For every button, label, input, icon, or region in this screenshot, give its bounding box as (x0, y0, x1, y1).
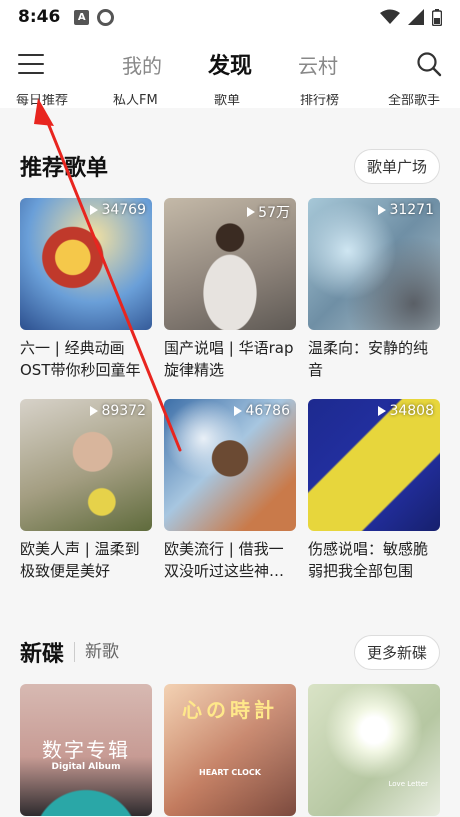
play-icon (234, 406, 243, 416)
play-icon (90, 406, 99, 416)
playlist-title: 温柔向：安静的纯音 (308, 339, 429, 379)
playlist-card[interactable]: 34808 伤感说唱：敏感脆弱把我全部包围 (308, 399, 440, 582)
album-cover-subtext: Love Letter (388, 780, 429, 788)
album-card[interactable]: 数字专辑 Digital Album (20, 684, 152, 816)
nav-tabs: 我的 发现 云村 (0, 34, 460, 94)
playlist-cover: 34808 (308, 399, 440, 531)
quick-fm[interactable]: 私人FM (113, 94, 158, 108)
album-cover-subtext: HEART CLOCK (199, 768, 261, 777)
tab-village[interactable]: 云村 (298, 50, 338, 79)
play-icon (247, 207, 256, 217)
playlist-card[interactable]: 89372 欧美人声 | 温柔到极致便是美好 (20, 399, 152, 582)
play-count: 31271 (389, 202, 434, 218)
signal-icon (408, 9, 424, 25)
status-time: 8:46 (18, 7, 61, 27)
menu-icon[interactable] (18, 54, 44, 74)
wifi-icon (380, 9, 400, 24)
netease-notification-icon (97, 8, 115, 26)
play-count: 34769 (101, 202, 146, 218)
album-cover-subtext: Digital Album (51, 762, 121, 772)
playlist-title: 六一 | 经典动画OST带你秒回童年 (20, 339, 141, 379)
album-cover: 心の時計 HEART CLOCK (164, 684, 296, 816)
recommend-header: 推荐歌单 歌单广场 (0, 144, 460, 188)
play-count: 34808 (389, 403, 434, 419)
new-song-tab[interactable]: 新歌 (74, 642, 119, 662)
recommend-title: 推荐歌单 (20, 156, 109, 181)
playlist-cover: 57万 (164, 198, 296, 330)
album-card[interactable]: Love Letter (308, 684, 440, 816)
playlist-card[interactable]: 31271 温柔向：安静的纯音 (308, 198, 440, 381)
playlist-square-button[interactable]: 歌单广场 (353, 148, 440, 184)
album-card[interactable]: 心の時計 HEART CLOCK (164, 684, 296, 816)
album-cover-text: 心の時計 (182, 698, 278, 722)
new-disc-title[interactable]: 新碟 (20, 636, 64, 668)
play-icon (378, 406, 387, 416)
play-icon (90, 205, 99, 215)
quick-artists[interactable]: 全部歌手 (388, 94, 440, 108)
playlist-cover: 89372 (20, 399, 152, 531)
status-bar: 8:46 A (0, 0, 460, 34)
playlist-title: 欧美人声 | 温柔到极致便是美好 (20, 540, 140, 580)
playlist-title: 国产说唱 | 华语rap旋律精选 (164, 339, 294, 379)
album-cover: Love Letter (308, 684, 440, 816)
playlist-title: 欧美流行 | 借我一双没听过这些神… (164, 540, 285, 580)
tab-discover[interactable]: 发现 (208, 48, 252, 80)
battery-icon (432, 8, 442, 26)
playlist-card[interactable]: 57万 国产说唱 | 华语rap旋律精选 (164, 198, 296, 381)
play-count: 57万 (258, 205, 290, 221)
playlist-cover: 46786 (164, 399, 296, 531)
album-cover: 数字专辑 Digital Album (20, 684, 152, 816)
new-disc-header: 新碟 新歌 更多新碟 (0, 630, 460, 674)
play-icon (378, 205, 387, 215)
search-icon[interactable] (416, 51, 442, 77)
play-count: 89372 (101, 403, 146, 419)
playlist-card[interactable]: 34769 六一 | 经典动画OST带你秒回童年 (20, 198, 152, 381)
playlist-card[interactable]: 46786 欧美流行 | 借我一双没听过这些神… (164, 399, 296, 582)
playlist-cover: 34769 (20, 198, 152, 330)
playlist-grid: 34769 六一 | 经典动画OST带你秒回童年 57万 国产说唱 | 华语ra… (20, 198, 440, 582)
quick-entry-row: 每日推荐 私人FM 歌单 排行榜 全部歌手 (0, 94, 460, 108)
quick-daily[interactable]: 每日推荐 (16, 94, 68, 108)
quick-rank[interactable]: 排行榜 (300, 94, 339, 108)
tab-mine[interactable]: 我的 (122, 50, 162, 79)
more-new-disc-button[interactable]: 更多新碟 (353, 634, 440, 670)
album-cover-text: 数字专辑 (42, 738, 130, 762)
a-notification-icon: A (74, 9, 90, 25)
playlist-title: 伤感说唱：敏感脆弱把我全部包围 (308, 540, 429, 580)
quick-playlist[interactable]: 歌单 (214, 94, 240, 108)
album-grid: 数字专辑 Digital Album 心の時計 HEART CLOCK Love… (20, 684, 440, 816)
top-nav: 我的 发现 云村 (0, 34, 460, 94)
playlist-cover: 31271 (308, 198, 440, 330)
play-count: 46786 (245, 403, 290, 419)
